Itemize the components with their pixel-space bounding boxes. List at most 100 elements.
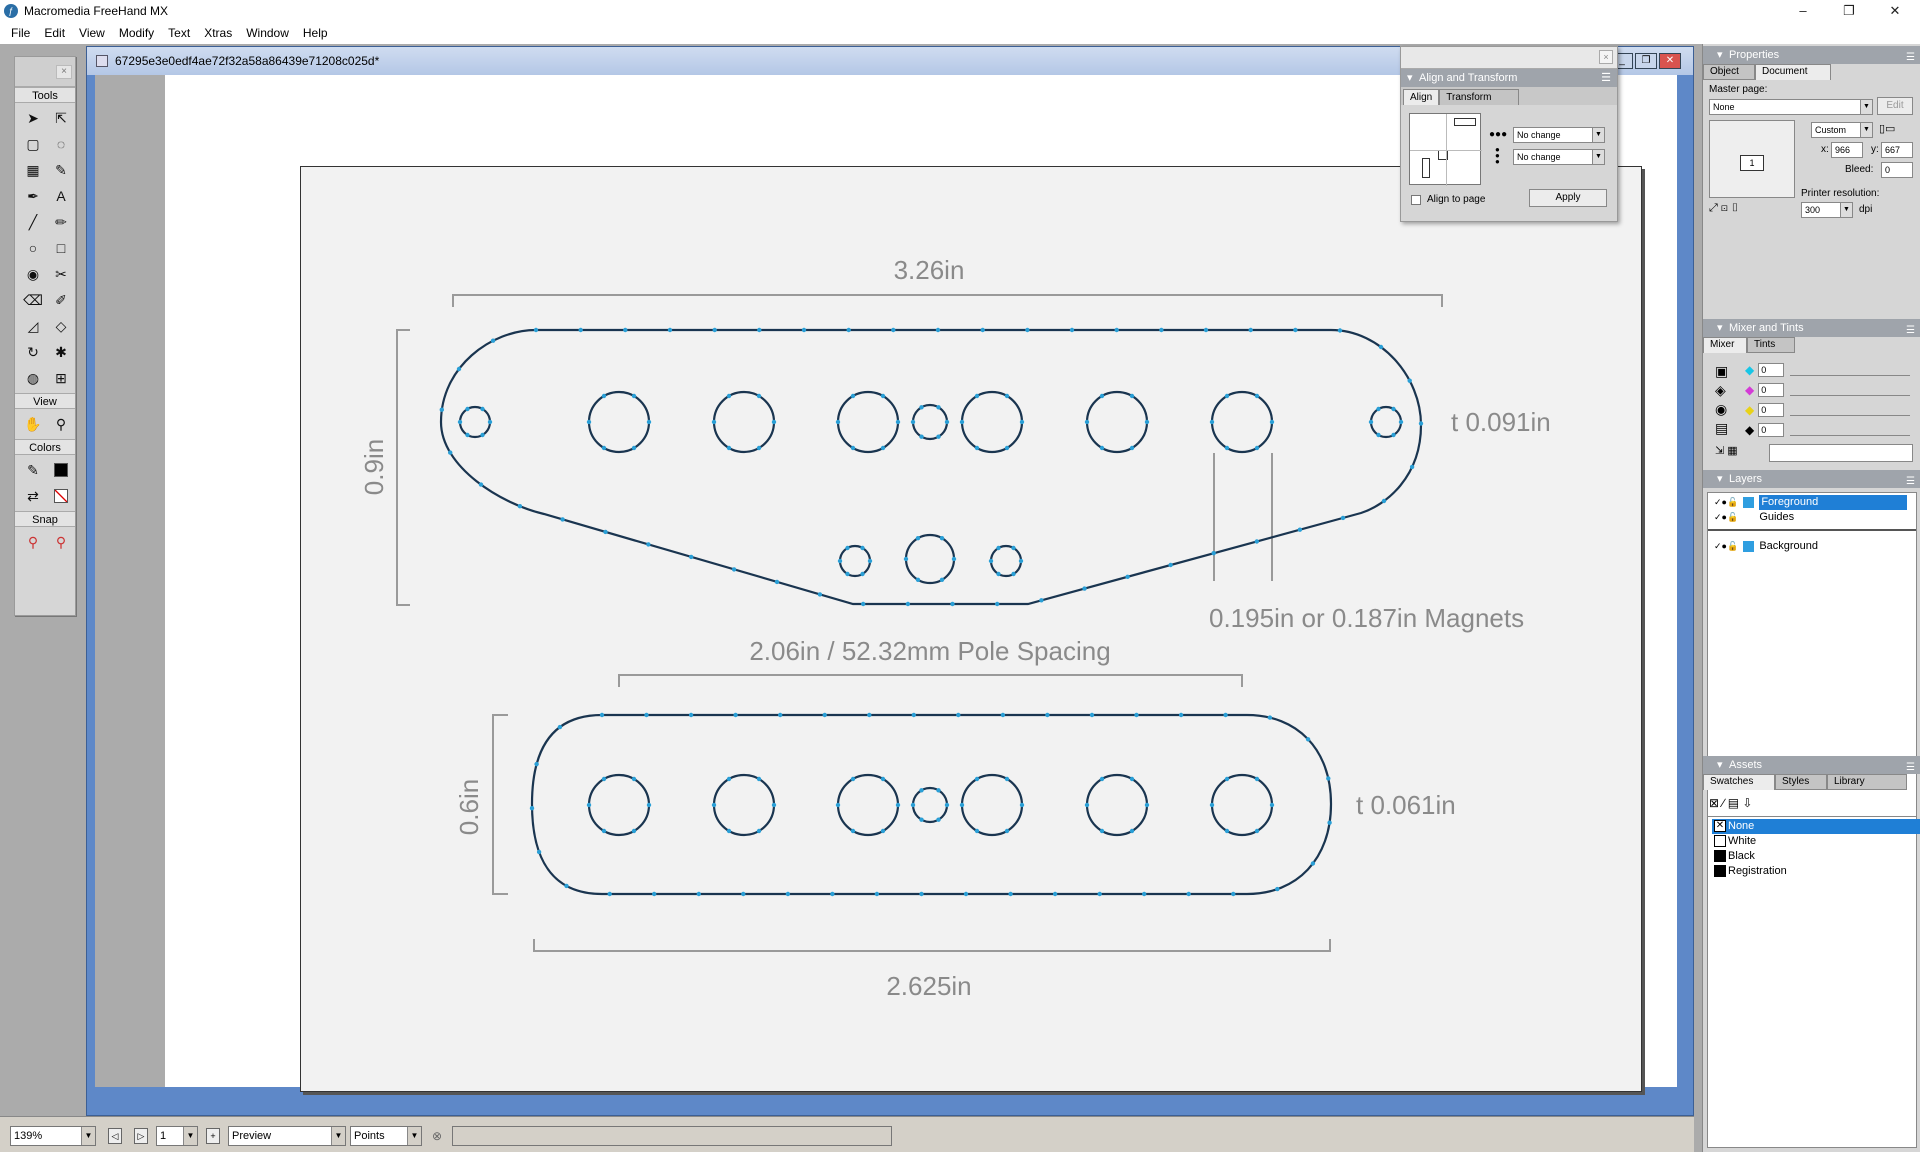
- anchor-point[interactable]: [1269, 419, 1275, 425]
- magenta-slider[interactable]: [1790, 384, 1911, 396]
- pasteboard[interactable]: [95, 75, 165, 1087]
- anchor-point[interactable]: [1082, 586, 1087, 591]
- anchor-point[interactable]: [774, 579, 780, 585]
- anchor-point[interactable]: [1381, 498, 1387, 504]
- layer-name[interactable]: Guides: [1759, 511, 1794, 523]
- layer-guides[interactable]: ✓●🔓 Guides: [1714, 510, 1920, 525]
- anchor-point[interactable]: [850, 393, 856, 399]
- anchor-point[interactable]: [560, 517, 565, 522]
- anchor-point[interactable]: [1378, 344, 1384, 350]
- anchor-point[interactable]: [607, 891, 612, 897]
- anchor-point[interactable]: [456, 366, 462, 372]
- anchor-point[interactable]: [822, 712, 827, 718]
- menu-view[interactable]: View: [72, 22, 112, 44]
- anchor-point[interactable]: [731, 567, 737, 572]
- bottom-hole-1[interactable]: [587, 773, 651, 837]
- trace-tool-icon[interactable]: ▦: [20, 158, 46, 182]
- anchor-point[interactable]: [711, 802, 717, 808]
- anchor-point[interactable]: [1254, 393, 1260, 399]
- line-tool-icon[interactable]: ╱: [20, 210, 46, 234]
- anchor-point[interactable]: [623, 327, 628, 333]
- anchor-point[interactable]: [1254, 828, 1260, 834]
- eraser-tool-icon[interactable]: ⌫: [20, 288, 46, 312]
- anchor-point[interactable]: [1052, 891, 1058, 897]
- anchor-point[interactable]: [1293, 327, 1298, 333]
- anchor-point[interactable]: [1203, 327, 1209, 333]
- rotate-tool-icon[interactable]: ↻: [20, 340, 46, 364]
- top-hole-2[interactable]: [587, 390, 651, 454]
- anchor-point[interactable]: [1069, 327, 1075, 333]
- anchor-point[interactable]: [1089, 712, 1095, 718]
- anchor-point[interactable]: [578, 327, 583, 333]
- anchor-point[interactable]: [835, 802, 841, 808]
- anchor-point[interactable]: [785, 891, 791, 897]
- anchor-point[interactable]: [1224, 393, 1230, 399]
- anchor-point[interactable]: [861, 601, 866, 607]
- anchor-point[interactable]: [1025, 327, 1030, 333]
- anchor-point[interactable]: [726, 445, 732, 451]
- bottom-hole-3[interactable]: [836, 773, 900, 837]
- layer-name[interactable]: Foreground: [1759, 495, 1908, 510]
- anchor-point[interactable]: [919, 788, 924, 793]
- top-hole-4[interactable]: [836, 390, 900, 454]
- anchor-point[interactable]: [696, 891, 701, 897]
- anchor-point[interactable]: [850, 828, 856, 834]
- anchor-point[interactable]: [1099, 776, 1105, 782]
- top-hole-6[interactable]: [960, 390, 1024, 454]
- black-input[interactable]: 0: [1758, 423, 1785, 437]
- page-orientation-icons[interactable]: ▯▭: [1879, 122, 1895, 135]
- anchor-point[interactable]: [646, 542, 651, 547]
- anchor-point[interactable]: [860, 571, 865, 577]
- anchor-point[interactable]: [1209, 419, 1215, 425]
- page-action-icons[interactable]: ⤢ ⊡ ▯: [1709, 202, 1757, 220]
- anchor-point[interactable]: [726, 776, 732, 782]
- pen-tool-icon[interactable]: ✒: [20, 184, 46, 208]
- anchor-point[interactable]: [601, 445, 607, 451]
- page-x-input[interactable]: 966: [1831, 142, 1863, 158]
- tab-styles[interactable]: Styles: [1775, 774, 1827, 790]
- swap-colors-icon[interactable]: ⇄: [20, 484, 46, 508]
- bleed-input[interactable]: 0: [1881, 162, 1913, 178]
- anchor-point[interactable]: [1129, 828, 1135, 834]
- anchor-point[interactable]: [529, 806, 535, 811]
- tab-document[interactable]: Document: [1755, 64, 1831, 80]
- anchor-point[interactable]: [1211, 551, 1216, 556]
- anchor-point[interactable]: [1340, 515, 1346, 521]
- anchor-point[interactable]: [689, 554, 694, 560]
- anchor-point[interactable]: [850, 445, 856, 451]
- swatch-none[interactable]: ✕ None: [1712, 819, 1920, 834]
- pointer-tool-icon[interactable]: ➤: [20, 106, 46, 130]
- anchor-point[interactable]: [936, 434, 941, 439]
- yellow-slider[interactable]: [1790, 404, 1911, 416]
- anchor-point[interactable]: [959, 419, 965, 425]
- anchor-point[interactable]: [1391, 432, 1396, 438]
- anchor-point[interactable]: [1267, 715, 1273, 720]
- anchor-point[interactable]: [1125, 574, 1130, 579]
- anchor-point[interactable]: [1254, 539, 1259, 544]
- anchor-point[interactable]: [988, 558, 994, 564]
- magenta-input[interactable]: 0: [1758, 383, 1785, 397]
- anchor-point[interactable]: [880, 445, 886, 451]
- anchor-point[interactable]: [1178, 712, 1184, 718]
- anchor-point[interactable]: [631, 776, 637, 782]
- zoom-select[interactable]: 139% ▼: [10, 1126, 96, 1146]
- subselect-tool-icon[interactable]: ⇱: [48, 106, 74, 130]
- anchor-point[interactable]: [534, 761, 539, 767]
- anchor-point[interactable]: [1114, 327, 1119, 333]
- anchor-point[interactable]: [817, 592, 823, 597]
- menu-file[interactable]: File: [4, 22, 37, 44]
- anchor-point[interactable]: [939, 536, 945, 541]
- anchor-point[interactable]: [846, 327, 851, 333]
- anchor-point[interactable]: [895, 419, 901, 425]
- document-page[interactable]: 3.26in 0.9in t 0.091in 0.195in or 0.187i…: [300, 166, 1642, 1092]
- anchor-point[interactable]: [974, 828, 980, 834]
- master-page-select[interactable]: None ▼: [1709, 99, 1873, 115]
- anchor-point[interactable]: [1209, 802, 1215, 808]
- anchor-point[interactable]: [874, 891, 880, 897]
- anchor-point[interactable]: [564, 883, 569, 889]
- anchor-point[interactable]: [1391, 406, 1396, 412]
- anchor-point[interactable]: [1004, 393, 1010, 399]
- lower-hole-1[interactable]: [838, 544, 872, 578]
- page-thumbnail[interactable]: 1: [1740, 155, 1764, 171]
- anchor-point[interactable]: [845, 545, 850, 551]
